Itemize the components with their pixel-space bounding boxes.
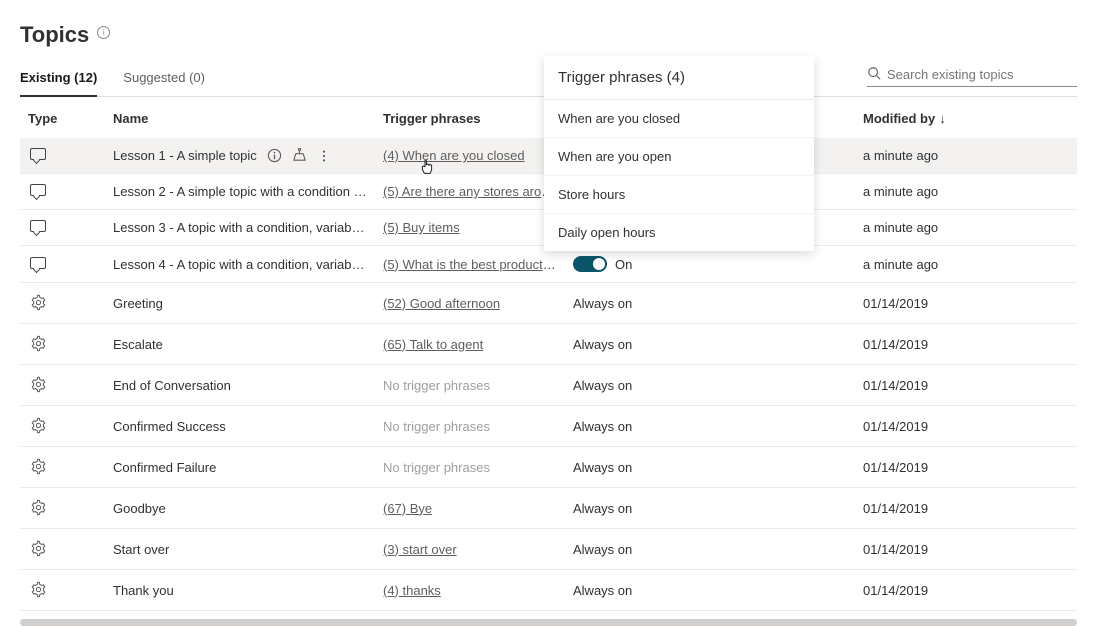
- table-row[interactable]: Lesson 4 - A topic with a condition, var…: [20, 246, 1077, 283]
- tab-existing[interactable]: Existing (12): [20, 62, 97, 97]
- info-icon[interactable]: i: [97, 26, 110, 39]
- status-always: Always on: [573, 296, 632, 311]
- topic-name: Escalate: [113, 337, 163, 352]
- modified-value: 01/14/2019: [855, 488, 1077, 529]
- chat-icon: [30, 220, 46, 232]
- trigger-link[interactable]: (5) What is the best product f…: [383, 257, 563, 272]
- modified-value: 01/14/2019: [855, 365, 1077, 406]
- gear-icon: [30, 458, 47, 478]
- modified-value: 01/14/2019: [855, 529, 1077, 570]
- topic-name: Lesson 4 - A topic with a condition, var…: [113, 257, 367, 272]
- status-always: Always on: [573, 501, 632, 516]
- modified-value: 01/14/2019: [855, 447, 1077, 488]
- trigger-none: No trigger phrases: [383, 378, 490, 393]
- table-row[interactable]: Confirmed Success No trigger phrases Alway…: [20, 406, 1077, 447]
- details-icon[interactable]: [267, 148, 282, 163]
- chat-icon: [30, 184, 46, 196]
- table-row[interactable]: Thank you (4) thanks Always on 01/14/2019: [20, 570, 1077, 611]
- topic-name: Goodbye: [113, 501, 166, 516]
- status-toggle[interactable]: [573, 256, 607, 272]
- search-box[interactable]: [867, 63, 1077, 87]
- modified-value: a minute ago: [855, 138, 1077, 174]
- topic-name: Thank you: [113, 583, 174, 598]
- popover-title: Trigger phrases (4): [544, 56, 814, 100]
- topic-name: End of Conversation: [113, 378, 231, 393]
- table-row[interactable]: Greeting (52) Good afternoon Always on 01/1…: [20, 283, 1077, 324]
- popover-item[interactable]: When are you open: [544, 138, 814, 176]
- gear-icon: [30, 540, 47, 560]
- popover-item[interactable]: When are you closed: [544, 100, 814, 138]
- modified-value: 01/14/2019: [855, 570, 1077, 611]
- sort-down-icon: ↓: [939, 111, 946, 126]
- status-label: On: [615, 257, 632, 272]
- topic-name: Confirmed Failure: [113, 460, 216, 475]
- topic-name: Greeting: [113, 296, 163, 311]
- chat-icon: [30, 148, 46, 160]
- gear-icon: [30, 294, 47, 314]
- modified-value: a minute ago: [855, 174, 1077, 210]
- gear-icon: [30, 335, 47, 355]
- col-modified[interactable]: Modified by↓: [855, 97, 1077, 138]
- trigger-link[interactable]: (67) Bye: [383, 501, 432, 516]
- modified-value: a minute ago: [855, 246, 1077, 283]
- status-always: Always on: [573, 460, 632, 475]
- trigger-phrases-popover: Trigger phrases (4) When are you closedW…: [544, 56, 814, 251]
- modified-value: a minute ago: [855, 210, 1077, 246]
- topic-name: Start over: [113, 542, 169, 557]
- tab-suggested[interactable]: Suggested (0): [123, 62, 205, 96]
- topic-name: Lesson 1 - A simple topic: [113, 148, 257, 163]
- topic-name: Lesson 2 - A simple topic with a conditi…: [113, 184, 367, 199]
- trigger-link[interactable]: (4) When are you closed: [383, 148, 525, 163]
- table-row[interactable]: Confirmed Failure No trigger phrases Alway…: [20, 447, 1077, 488]
- search-icon: [867, 66, 881, 83]
- status-always: Always on: [573, 337, 632, 352]
- search-input[interactable]: [887, 67, 1077, 82]
- status-always: Always on: [573, 542, 632, 557]
- table-row[interactable]: Escalate (65) Talk to agent Always on 01/14…: [20, 324, 1077, 365]
- col-trigger[interactable]: Trigger phrases: [375, 97, 565, 138]
- modified-value: 01/14/2019: [855, 324, 1077, 365]
- trigger-none: No trigger phrases: [383, 419, 490, 434]
- gear-icon: [30, 499, 47, 519]
- modified-value: 01/14/2019: [855, 283, 1077, 324]
- chat-icon: [30, 257, 46, 269]
- gear-icon: [30, 417, 47, 437]
- popover-item[interactable]: Daily open hours: [544, 214, 814, 251]
- trigger-link[interactable]: (5) Buy items: [383, 220, 460, 235]
- popover-item[interactable]: Store hours: [544, 176, 814, 214]
- trigger-link[interactable]: (4) thanks: [383, 583, 441, 598]
- tabs: Existing (12) Suggested (0): [20, 62, 205, 96]
- horizontal-scrollbar[interactable]: [20, 619, 1077, 626]
- page-title: Topics: [20, 22, 89, 48]
- col-type[interactable]: Type: [20, 97, 105, 138]
- more-icon[interactable]: [317, 149, 331, 163]
- trigger-link[interactable]: (65) Talk to agent: [383, 337, 483, 352]
- table-row[interactable]: Goodbye (67) Bye Always on 01/14/2019: [20, 488, 1077, 529]
- modified-value: 01/14/2019: [855, 406, 1077, 447]
- gear-icon: [30, 581, 47, 601]
- topic-name: Lesson 3 - A topic with a condition, var…: [113, 220, 367, 235]
- analytics-icon[interactable]: [292, 148, 307, 163]
- col-name[interactable]: Name: [105, 97, 375, 138]
- status-always: Always on: [573, 378, 632, 393]
- trigger-none: No trigger phrases: [383, 460, 490, 475]
- table-row[interactable]: Start over (3) start over Always on 01/14/2…: [20, 529, 1077, 570]
- table-row[interactable]: End of Conversation No trigger phrases Alw…: [20, 365, 1077, 406]
- trigger-link[interactable]: (5) Are there any stores aroun…: [383, 184, 565, 199]
- trigger-link[interactable]: (3) start over: [383, 542, 457, 557]
- status-always: Always on: [573, 419, 632, 434]
- trigger-link[interactable]: (52) Good afternoon: [383, 296, 500, 311]
- topic-name: Confirmed Success: [113, 419, 226, 434]
- gear-icon: [30, 376, 47, 396]
- status-always: Always on: [573, 583, 632, 598]
